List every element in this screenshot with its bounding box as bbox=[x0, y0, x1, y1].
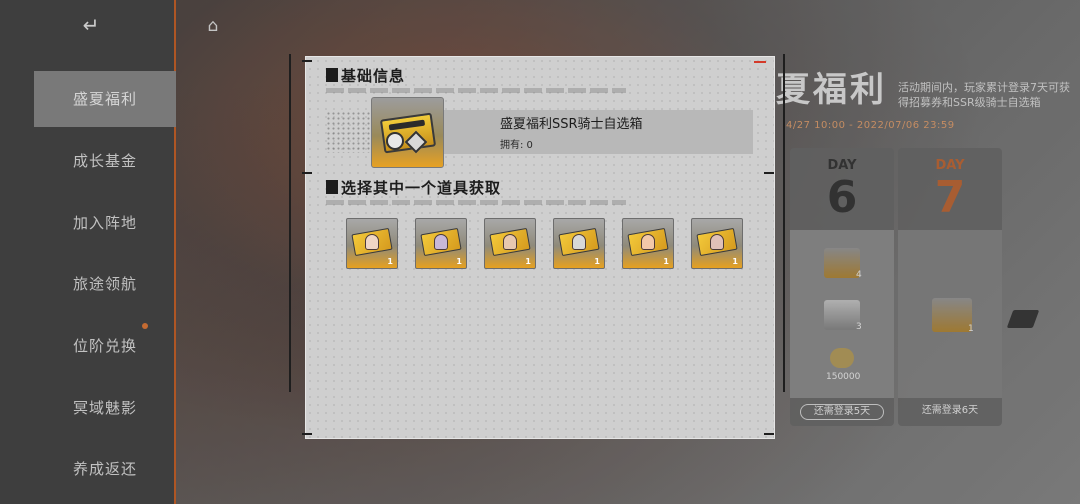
close-mark-icon[interactable] bbox=[754, 61, 766, 63]
ssr-knight-chest-icon bbox=[371, 97, 444, 168]
item-quantity: 1 bbox=[594, 257, 600, 266]
section-basic-info: 基础信息 bbox=[326, 65, 405, 85]
fine-print-decoration bbox=[326, 200, 626, 205]
modal-side-line-right bbox=[783, 54, 785, 392]
section-bullet bbox=[326, 68, 338, 82]
choice-knight-card-6[interactable]: 1 bbox=[691, 218, 743, 269]
corner-mark bbox=[302, 172, 312, 174]
item-name: 盛夏福利SSR骑士自选箱 bbox=[500, 117, 643, 132]
item-quantity: 1 bbox=[456, 257, 462, 266]
section-title: 选择其中一个道具获取 bbox=[341, 178, 502, 197]
fine-print-decoration bbox=[326, 88, 626, 93]
knight-portrait bbox=[710, 234, 724, 250]
choice-knight-card-5[interactable]: 1 bbox=[622, 218, 674, 269]
corner-mark bbox=[302, 60, 312, 62]
knight-portrait bbox=[503, 234, 517, 250]
knight-portrait bbox=[572, 234, 586, 250]
section-bullet bbox=[326, 180, 338, 194]
section-title: 基础信息 bbox=[341, 66, 406, 85]
choice-knight-card-1[interactable]: 1 bbox=[346, 218, 398, 269]
knight-portrait bbox=[434, 234, 448, 250]
knight-portrait bbox=[641, 234, 655, 250]
item-quantity: 1 bbox=[525, 257, 531, 266]
corner-mark bbox=[302, 433, 312, 435]
knight-portrait bbox=[365, 234, 379, 250]
modal-side-line-left bbox=[289, 54, 291, 392]
chest-emblem bbox=[386, 132, 404, 150]
item-quantity: 1 bbox=[663, 257, 669, 266]
item-quantity: 1 bbox=[387, 257, 393, 266]
choice-knight-card-2[interactable]: 1 bbox=[415, 218, 467, 269]
corner-mark bbox=[764, 172, 774, 174]
item-owned-count: 拥有: 0 bbox=[500, 140, 533, 151]
section-choose-item: 选择其中一个道具获取 bbox=[326, 177, 501, 197]
item-quantity: 1 bbox=[732, 257, 738, 266]
choice-knight-card-4[interactable]: 1 bbox=[553, 218, 605, 269]
corner-mark bbox=[764, 433, 774, 435]
choice-knight-card-3[interactable]: 1 bbox=[484, 218, 536, 269]
